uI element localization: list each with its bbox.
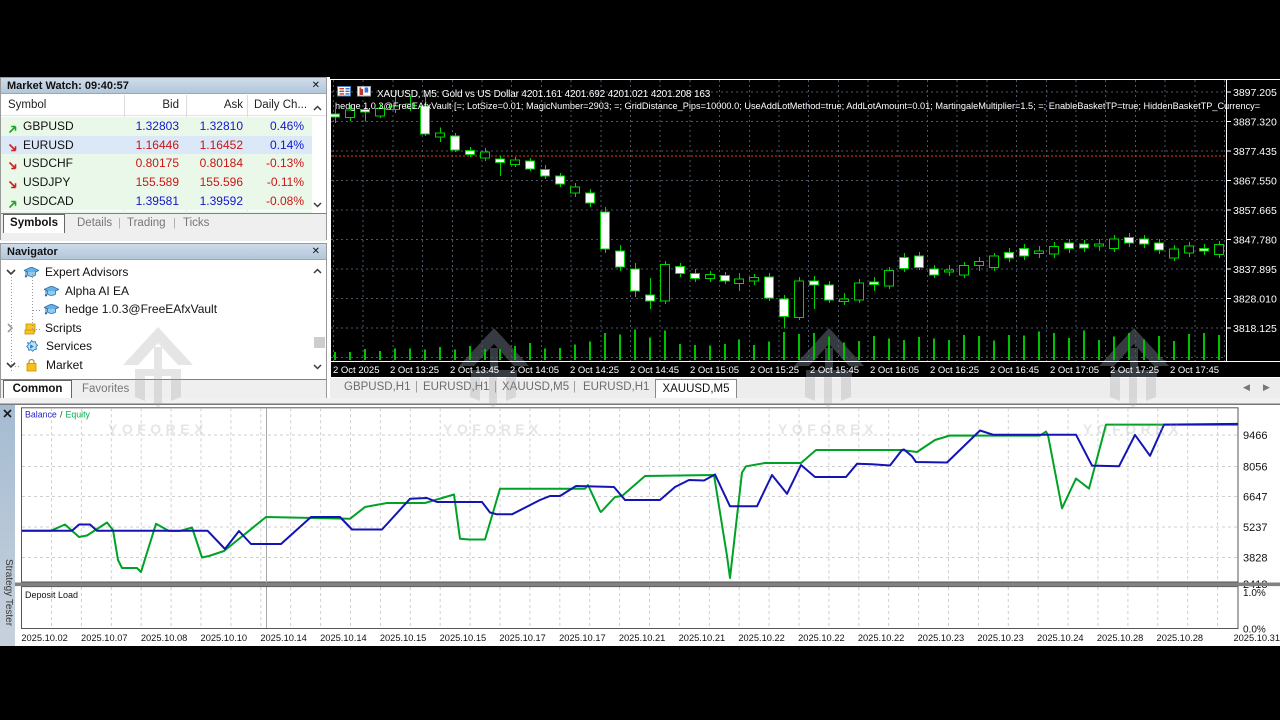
svg-text:2 Oct 15:25: 2 Oct 15:25: [750, 365, 799, 376]
svg-text:Equity: Equity: [66, 410, 91, 420]
svg-text:2025.10.23: 2025.10.23: [977, 633, 1024, 643]
svg-text:2 Oct 17:25: 2 Oct 17:25: [1110, 365, 1159, 376]
svg-text:Deposit Load: Deposit Load: [25, 590, 78, 600]
svg-text:2025.10.14: 2025.10.14: [320, 633, 367, 643]
svg-text:2 Oct 16:25: 2 Oct 16:25: [930, 365, 979, 376]
svg-text:2 Oct 2025: 2 Oct 2025: [333, 365, 379, 376]
svg-text:XAUUSD, M5: Gold vs US Dollar: XAUUSD, M5: Gold vs US Dollar 4201.161 4…: [377, 89, 711, 100]
svg-text:2025.10.31: 2025.10.31: [1233, 633, 1280, 643]
svg-text:3857.665: 3857.665: [1233, 205, 1277, 217]
svg-text:2 Oct 16:45: 2 Oct 16:45: [990, 365, 1039, 376]
svg-text:2 Oct 14:45: 2 Oct 14:45: [630, 365, 679, 376]
svg-text:2 Oct 14:05: 2 Oct 14:05: [510, 365, 559, 376]
svg-text:2025.10.17: 2025.10.17: [499, 633, 546, 643]
svg-text:5237: 5237: [1243, 522, 1267, 534]
svg-text:2 Oct 17:45: 2 Oct 17:45: [1170, 365, 1219, 376]
svg-text:hedge 1.0.3@FreeEAfxVault [=;: hedge 1.0.3@FreeEAfxVault [=; LotSize=0.…: [335, 101, 1260, 111]
svg-text:2025.10.15: 2025.10.15: [440, 633, 487, 643]
svg-text:3828.010: 3828.010: [1233, 294, 1277, 306]
svg-text:Balance: Balance: [25, 410, 57, 420]
svg-text:2 Oct 13:45: 2 Oct 13:45: [450, 365, 499, 376]
svg-text:2 Oct 17:05: 2 Oct 17:05: [1050, 365, 1099, 376]
svg-text:2025.10.21: 2025.10.21: [679, 633, 726, 643]
svg-text:2025.10.02: 2025.10.02: [21, 633, 68, 643]
svg-text:2025.10.15: 2025.10.15: [380, 633, 427, 643]
svg-text:2 Oct 14:25: 2 Oct 14:25: [570, 365, 619, 376]
svg-text:3818.125: 3818.125: [1233, 323, 1277, 335]
svg-text:2025.10.07: 2025.10.07: [81, 633, 128, 643]
svg-text:9466: 9466: [1243, 430, 1267, 442]
svg-text:3828: 3828: [1243, 553, 1267, 565]
svg-text:3847.780: 3847.780: [1233, 235, 1277, 247]
svg-text:2025.10.21: 2025.10.21: [619, 633, 666, 643]
svg-text:2025.10.10: 2025.10.10: [201, 633, 248, 643]
svg-text:3897.205: 3897.205: [1233, 87, 1277, 99]
svg-text:2 Oct 16:05: 2 Oct 16:05: [870, 365, 919, 376]
svg-text:3887.320: 3887.320: [1233, 117, 1277, 129]
svg-text:6647: 6647: [1243, 492, 1267, 504]
svg-text:2 Oct 15:05: 2 Oct 15:05: [690, 365, 739, 376]
svg-text:2025.10.28: 2025.10.28: [1157, 633, 1204, 643]
svg-text:2025.10.24: 2025.10.24: [1037, 633, 1084, 643]
svg-text:2025.10.14: 2025.10.14: [260, 633, 307, 643]
svg-text:1.0%: 1.0%: [1243, 588, 1266, 599]
svg-text:2 Oct 13:25: 2 Oct 13:25: [390, 365, 439, 376]
svg-text:8056: 8056: [1243, 462, 1267, 474]
svg-text:3877.435: 3877.435: [1233, 146, 1277, 158]
svg-text:2025.10.28: 2025.10.28: [1097, 633, 1144, 643]
svg-text:2025.10.17: 2025.10.17: [559, 633, 606, 643]
svg-text:2 Oct 15:45: 2 Oct 15:45: [810, 365, 859, 376]
svg-text:2025.10.23: 2025.10.23: [918, 633, 965, 643]
svg-text:2025.10.08: 2025.10.08: [141, 633, 188, 643]
svg-text:3837.895: 3837.895: [1233, 264, 1277, 276]
svg-text:2025.10.22: 2025.10.22: [858, 633, 905, 643]
svg-text:2025.10.22: 2025.10.22: [738, 633, 785, 643]
svg-text:3867.550: 3867.550: [1233, 176, 1277, 188]
svg-text:2025.10.22: 2025.10.22: [798, 633, 845, 643]
